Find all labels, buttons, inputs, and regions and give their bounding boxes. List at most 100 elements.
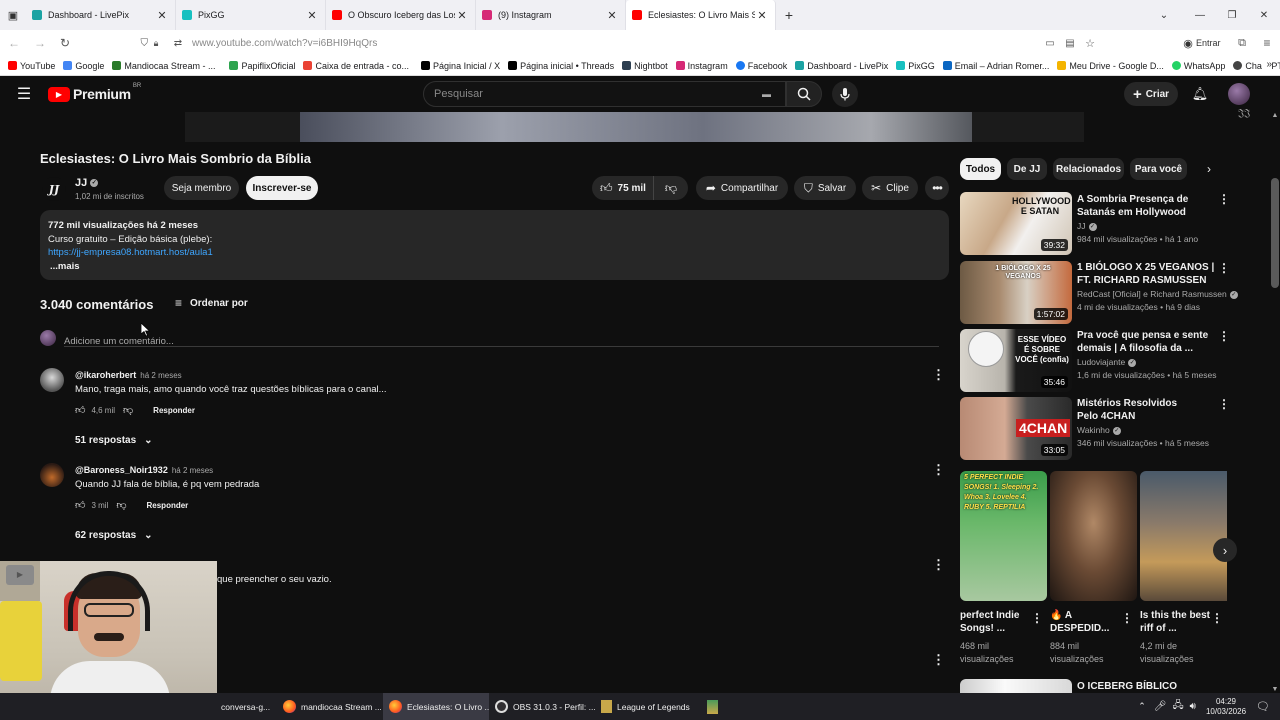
recommendation-channel[interactable]: JJ ✓ bbox=[1077, 220, 1097, 233]
browser-tab[interactable]: PixGG ✕ bbox=[176, 0, 326, 30]
video-thumbnail[interactable]: ESSE VÍDEO É SOBRE VOCÊ (confia) 35:46 bbox=[960, 329, 1072, 392]
scroll-up-icon[interactable]: ▲ bbox=[1270, 112, 1280, 119]
recommendation-more-icon[interactable]: ⋮ bbox=[1218, 329, 1230, 343]
sort-comments-button[interactable]: ≡ Ordenar por bbox=[175, 296, 248, 310]
notification-center-icon[interactable]: 🗨 bbox=[1256, 700, 1270, 713]
share-button[interactable]: ➦ Compartilhar bbox=[696, 176, 788, 200]
join-button[interactable]: Seja membro bbox=[164, 176, 239, 200]
comment-more-icon[interactable]: ⋮ bbox=[932, 557, 945, 573]
volume-icon[interactable]: 🔊︎ bbox=[1190, 701, 1196, 712]
page-scrollbar[interactable]: ▲ ▼ bbox=[1270, 112, 1280, 693]
shorts-next-button[interactable]: › bbox=[1213, 538, 1237, 562]
bookmark-instagram[interactable]: Instagram bbox=[675, 61, 728, 71]
comment-dislike-icon[interactable]: 👎︎ bbox=[116, 499, 126, 511]
bookmark-facebook[interactable]: Facebook bbox=[735, 61, 787, 71]
guide-menu-icon[interactable]: ☰ bbox=[14, 84, 34, 104]
comment-time[interactable]: há 2 meses bbox=[140, 371, 181, 380]
recommendation-title[interactable]: Pra você que pensa e sente demais | A fi… bbox=[1077, 329, 1215, 355]
search-button[interactable] bbox=[786, 81, 822, 107]
chips-next-chevron-icon[interactable]: › bbox=[1207, 162, 1211, 176]
close-tab-icon[interactable]: ✕ bbox=[605, 9, 619, 22]
chip-related[interactable]: Relacionados bbox=[1053, 158, 1124, 180]
recommendation-title[interactable]: 1 BIÓLOGO X 25 VEGANOS | FT. RICHARD RAS… bbox=[1077, 261, 1217, 287]
restore-window-icon[interactable]: ❐ bbox=[1216, 10, 1248, 21]
bookmark-drive[interactable]: Meu Drive - Google D... bbox=[1057, 61, 1164, 71]
chip-from-channel[interactable]: De JJ bbox=[1007, 158, 1047, 180]
browser-tab[interactable]: Dashboard - LivePix ✕ bbox=[26, 0, 176, 30]
comment-like-icon[interactable]: 👍︎ bbox=[75, 404, 85, 416]
commenter-avatar[interactable] bbox=[40, 463, 64, 487]
browser-tab[interactable]: O Obscuro Iceberg das Lost Me ✕ bbox=[326, 0, 476, 30]
bookmark-chatgpt[interactable]: ChatGPT - Roleta Com... bbox=[1233, 61, 1280, 71]
tab-list-icon[interactable]: ▣ bbox=[0, 9, 26, 22]
extensions-icon[interactable]: ⧉ bbox=[1230, 37, 1254, 50]
bookmark-youtube[interactable]: YouTube bbox=[8, 61, 55, 71]
bookmark-papiflix[interactable]: PapiflixOficial bbox=[229, 61, 295, 71]
comment-more-icon[interactable]: ⋮ bbox=[932, 652, 945, 668]
bookmark-nightbot[interactable]: Nightbot bbox=[622, 61, 668, 71]
bookmark-gmail[interactable]: Caixa de entrada - co... bbox=[303, 61, 409, 71]
chip-all[interactable]: Todos bbox=[960, 158, 1001, 180]
video-player[interactable] bbox=[185, 112, 1084, 142]
signin-button[interactable]: Entrar bbox=[1196, 38, 1230, 48]
recommendation-channel[interactable]: RedCast [Oficial] e Richard Rasmussen ✓ bbox=[1077, 288, 1238, 301]
bookmark-whatsapp[interactable]: WhatsApp bbox=[1171, 61, 1225, 71]
commenter-avatar[interactable] bbox=[40, 368, 64, 392]
recommendation-channel[interactable]: Wakinho ✓ bbox=[1077, 424, 1121, 437]
microphone-tray-icon[interactable]: 🎤︎ bbox=[1154, 701, 1167, 712]
reload-icon[interactable]: ↻ bbox=[52, 36, 78, 50]
add-comment-input[interactable]: Adicione um comentário... bbox=[64, 331, 939, 347]
short-title[interactable]: 🔥 A DESPEDID... bbox=[1050, 609, 1120, 635]
comment-author[interactable]: @Baroness_Noir1932 bbox=[75, 465, 168, 475]
bookmark-pixgg[interactable]: PixGG bbox=[896, 61, 935, 71]
bookmark-email[interactable]: Email – Adrian Romer... bbox=[942, 61, 1049, 71]
recommendation-channel[interactable]: Ludoviajante ✓ bbox=[1077, 356, 1137, 369]
comment-more-icon[interactable]: ⋮ bbox=[932, 462, 945, 478]
notifications-bell-icon[interactable]: 🔔︎ bbox=[1190, 84, 1210, 104]
clock[interactable]: 04:29 10/03/2026 bbox=[1206, 697, 1246, 717]
like-button[interactable]: 👍︎ 75 mil bbox=[592, 176, 654, 200]
bookmark-star-icon[interactable]: ☆ bbox=[1080, 37, 1100, 50]
account-icon[interactable]: ◉ bbox=[1180, 37, 1196, 50]
new-tab-icon[interactable]: + bbox=[776, 7, 802, 23]
close-tab-icon[interactable]: ✕ bbox=[455, 9, 469, 22]
taskbar-item[interactable]: conversa-g... bbox=[215, 693, 277, 720]
close-window-icon[interactable]: ✕ bbox=[1248, 10, 1280, 21]
channel-avatar[interactable]: JJ bbox=[42, 177, 66, 201]
video-thumbnail[interactable]: HOLLYWOOD E SATAN 39:32 bbox=[960, 192, 1072, 255]
menu-icon[interactable]: ≡ bbox=[1254, 36, 1280, 50]
comment-like-icon[interactable]: 👍︎ bbox=[75, 499, 85, 511]
pip-icon[interactable]: ▭ bbox=[1040, 38, 1060, 49]
recommendation-more-icon[interactable]: ⋮ bbox=[1218, 192, 1230, 206]
subscribe-button[interactable]: Inscrever-se bbox=[246, 176, 318, 200]
forward-icon[interactable]: → bbox=[28, 36, 52, 50]
reply-button[interactable]: Responder bbox=[147, 501, 189, 510]
youtube-premium-logo[interactable]: ▶ Premium BR bbox=[48, 83, 141, 102]
description-more[interactable]: ...mais bbox=[50, 260, 941, 274]
short-thumbnail[interactable] bbox=[1050, 471, 1137, 601]
bookmark-threads[interactable]: Página inicial • Threads bbox=[508, 61, 614, 71]
description-link[interactable]: https://jj-empresa08.hotmart.host/aula1 bbox=[48, 246, 941, 260]
tab-overflow-chevron-icon[interactable]: ⌄ bbox=[1144, 10, 1184, 21]
create-button[interactable]: + Criar bbox=[1124, 82, 1178, 106]
bookmark-mandiocaa[interactable]: Mandiocaa Stream - ... bbox=[112, 61, 215, 71]
comment-more-icon[interactable]: ⋮ bbox=[932, 367, 945, 383]
taskbar-item[interactable]: League of Legends bbox=[595, 693, 701, 720]
recommendation-more-icon[interactable]: ⋮ bbox=[1218, 397, 1230, 411]
comment-author[interactable]: @ikaroherbert bbox=[75, 370, 136, 380]
reader-view-icon[interactable]: ▤ bbox=[1060, 38, 1080, 49]
video-thumbnail[interactable]: 1 BIÓLOGO X 25 VEGANOS 1:57:02 bbox=[960, 261, 1072, 324]
taskbar-item[interactable] bbox=[701, 693, 729, 720]
short-more-icon[interactable]: ⋮ bbox=[1031, 611, 1043, 625]
video-thumbnail[interactable]: 4CHAN 33:05 bbox=[960, 397, 1072, 460]
save-button[interactable]: ⛉ Salvar bbox=[794, 176, 856, 200]
minimize-window-icon[interactable]: — bbox=[1184, 10, 1216, 21]
view-replies-button[interactable]: 62 respostas ⌄ bbox=[75, 530, 153, 541]
bookmarks-overflow-icon[interactable]: » bbox=[1262, 59, 1272, 70]
description-box[interactable]: 772 mil visualizações há 2 meses Curso g… bbox=[40, 210, 949, 280]
scroll-down-icon[interactable]: ▼ bbox=[1270, 686, 1280, 693]
search-input[interactable]: Pesquisar bbox=[434, 88, 762, 100]
more-actions-button[interactable]: ••• bbox=[925, 176, 949, 200]
short-more-icon[interactable]: ⋮ bbox=[1211, 611, 1223, 625]
browser-tab-active[interactable]: Eclesiastes: O Livro Mais Sombri ✕ bbox=[626, 0, 776, 30]
